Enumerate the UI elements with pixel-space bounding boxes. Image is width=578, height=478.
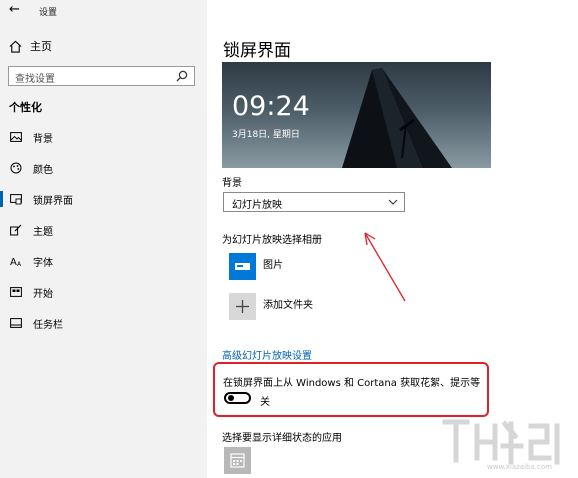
add-folder-tile[interactable] [229,293,256,320]
advanced-slideshow-link[interactable]: 高级幻灯片放映设置 [222,347,312,362]
sidebar-item-fonts[interactable]: AA 字体 [0,248,207,274]
plus-icon [236,300,249,313]
page-title: 锁屏界面 [223,41,291,61]
chevron-down-icon [388,199,398,205]
sidebar-item-label: 颜色 [33,164,53,176]
taskbar-icon [10,318,22,328]
app-title: 设置 [39,8,58,18]
svg-text:A: A [17,261,22,267]
picture-folder-icon [235,263,250,270]
section-title-personalization: 个性化 [9,101,42,114]
lock-screen-preview: 09:24 3月18日, 星期日 [222,62,491,168]
background-label: 背景 [222,178,242,189]
brush-icon [10,224,22,236]
sidebar-item-colors[interactable]: 颜色 [0,155,207,181]
annotation-highlight-box [213,362,489,417]
palette-icon [10,162,22,174]
watermark-url: www.xiazaiba.com [487,463,552,471]
back-arrow-icon[interactable]: ← [9,2,20,17]
detail-status-heading: 选择要显示详细状态的应用 [222,433,342,444]
add-folder-label: 添加文件夹 [263,300,313,311]
search-input[interactable]: 查找设置 [8,66,195,86]
sidebar-item-label: 背景 [33,133,53,145]
sidebar-item-taskbar[interactable]: 任务栏 [0,310,207,336]
font-icon: AA [10,257,22,267]
annotation-arrow-icon [364,232,406,302]
svg-text:A: A [10,257,17,267]
sidebar-item-label: 字体 [33,257,53,269]
sidebar-item-label: 开始 [33,288,53,300]
picture-icon [10,132,22,142]
home-label: 主页 [30,40,52,53]
start-icon [10,287,22,297]
dropdown-value: 幻灯片放映 [232,200,282,211]
detail-app-tile[interactable] [224,447,251,474]
preview-date: 3月18日, 星期日 [232,130,300,140]
sidebar-item-label: 锁屏界面 [33,195,73,207]
home-nav-item[interactable]: 主页 [9,36,52,56]
search-icon[interactable] [176,70,188,82]
lock-screen-icon [10,194,22,205]
sidebar: ← 设置 主页 查找设置 个性化 背景 颜色 锁屏界面 主题 AA 字体 开始 … [0,0,207,478]
search-placeholder: 查找设置 [15,74,55,85]
background-dropdown[interactable]: 幻灯片放映 [223,192,405,212]
sidebar-item-background[interactable]: 背景 [0,124,207,150]
sidebar-item-label: 主题 [33,226,53,238]
sidebar-item-lock-screen[interactable]: 锁屏界面 [0,186,207,212]
album-label: 图片 [263,260,283,271]
sidebar-item-label: 任务栏 [33,319,63,331]
sidebar-item-start[interactable]: 开始 [0,279,207,305]
home-icon [9,40,22,53]
preview-time: 09:24 [232,91,310,122]
title-bar: ← 设置 [0,0,207,22]
album-heading: 为幻灯片放映选择相册 [222,235,322,246]
album-tile[interactable] [229,253,256,280]
calendar-icon [230,453,245,468]
sidebar-item-themes[interactable]: 主题 [0,217,207,243]
